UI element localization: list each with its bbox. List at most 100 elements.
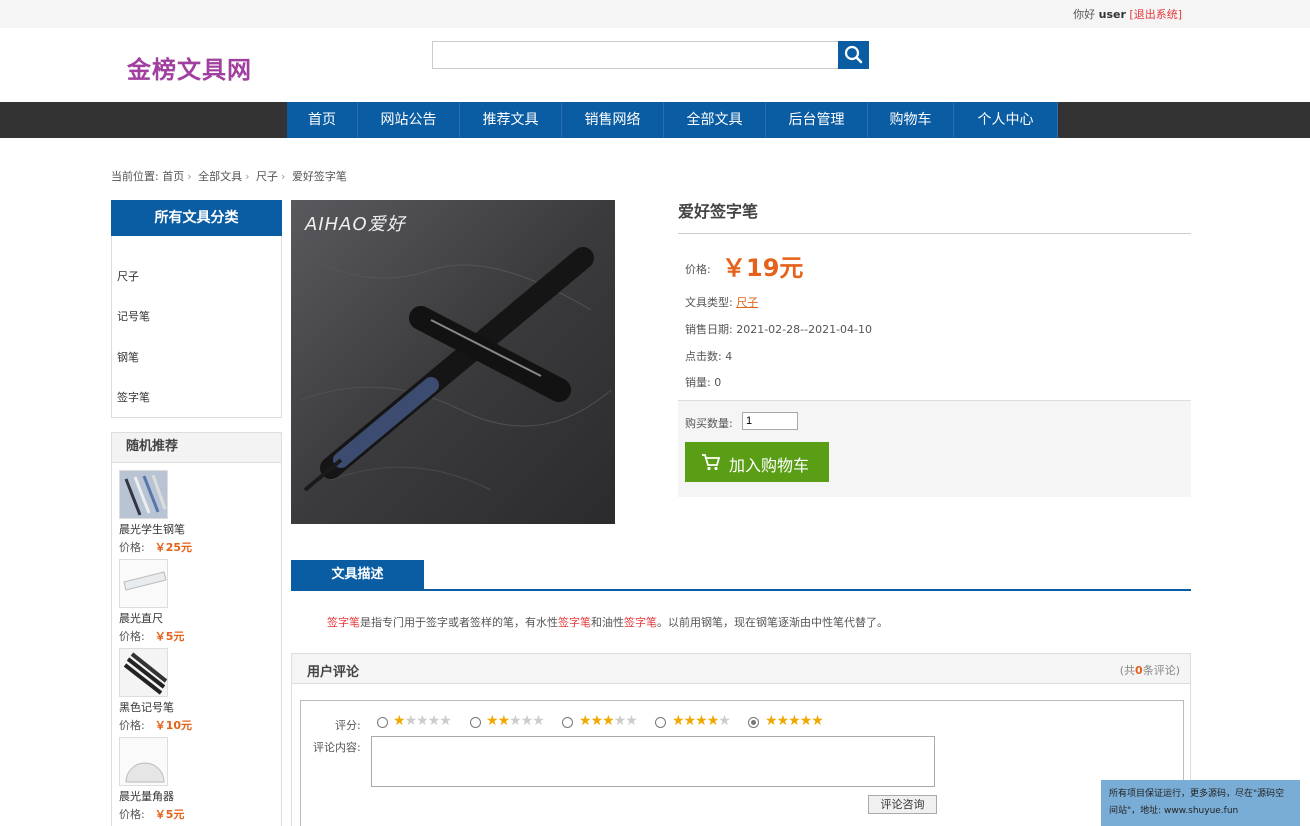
comment-count-prefix: (共 bbox=[1119, 664, 1136, 677]
type-link[interactable]: 尺子 bbox=[736, 296, 758, 309]
recommend-item[interactable]: 晨光直尺 价格: ￥5元 bbox=[119, 559, 269, 644]
submit-comment-button[interactable]: 评论咨询 bbox=[868, 795, 937, 814]
nav-all-stationery[interactable]: 全部文具 bbox=[664, 102, 766, 138]
keyword-link[interactable]: 签字笔 bbox=[327, 616, 360, 629]
purchase-box: 购买数量: 加入购物车 bbox=[678, 400, 1191, 497]
rating-stars-4-icon[interactable]: ★★★★★ bbox=[672, 713, 731, 729]
category-title: 所有文具分类 bbox=[111, 200, 282, 236]
type-row: 文具类型: 尺子 bbox=[685, 294, 758, 310]
rating-radio-4[interactable] bbox=[655, 717, 666, 728]
product-image-brand: AIHAO爱好 bbox=[305, 214, 406, 235]
nav-user-center[interactable]: 个人中心 bbox=[954, 102, 1058, 138]
clicks-row: 点击数: 4 bbox=[685, 348, 732, 364]
recommend-price-label: 价格: bbox=[119, 719, 145, 732]
product-thumbnail[interactable] bbox=[119, 470, 168, 519]
comment-count-suffix: 条评论) bbox=[1142, 664, 1180, 677]
recommend-item-price: 价格: ￥25元 bbox=[119, 539, 269, 555]
nav-sales-network[interactable]: 销售网络 bbox=[562, 102, 664, 138]
greeting-text: 你好 bbox=[1073, 8, 1096, 21]
recommend-price-value: ￥10元 bbox=[154, 719, 193, 732]
product-image: AIHAO爱好 bbox=[291, 200, 615, 524]
user-greeting: 你好 user [退出系统] bbox=[1073, 6, 1182, 22]
pen-photo bbox=[291, 200, 615, 524]
logout-link[interactable]: [退出系统] bbox=[1129, 8, 1182, 21]
comment-title: 用户评论 bbox=[307, 665, 360, 680]
breadcrumb-current: 爱好签字笔 bbox=[291, 170, 347, 183]
recommend-item-price: 价格: ￥5元 bbox=[119, 628, 269, 644]
category-item-marker[interactable]: 记号笔 bbox=[117, 308, 150, 324]
description-part: 和油性 bbox=[591, 616, 624, 629]
description-tabbar: 文具描述 bbox=[291, 560, 1191, 591]
date-label: 销售日期: bbox=[685, 323, 733, 336]
recommend-price-value: ￥5元 bbox=[154, 808, 185, 821]
product-thumbnail[interactable] bbox=[119, 648, 168, 697]
recommend-item-name[interactable]: 晨光直尺 bbox=[119, 610, 269, 626]
keyword-link[interactable]: 签字笔 bbox=[558, 616, 591, 629]
product-thumbnail[interactable] bbox=[119, 737, 168, 786]
type-label: 文具类型: bbox=[685, 296, 733, 309]
breadcrumb-prefix: 当前位置: bbox=[111, 170, 159, 183]
recommend-price-label: 价格: bbox=[119, 541, 145, 554]
keyword-link[interactable]: 签字笔 bbox=[624, 616, 657, 629]
category-item-ruler[interactable]: 尺子 bbox=[117, 268, 139, 284]
comment-count: (共0条评论) bbox=[1120, 662, 1180, 678]
rating-radio-2[interactable] bbox=[470, 717, 481, 728]
recommend-price-value: ￥25元 bbox=[154, 541, 193, 554]
category-sidebar: 所有文具分类 尺子 记号笔 钢笔 签字笔 bbox=[111, 200, 282, 418]
site-logo[interactable]: 金榜文具网 bbox=[127, 50, 252, 85]
rating-stars-1-icon[interactable]: ★★★★★ bbox=[393, 713, 452, 729]
breadcrumb-home[interactable]: 首页 bbox=[162, 170, 184, 183]
recommend-price-value: ￥5元 bbox=[154, 630, 185, 643]
rating-stars-3-icon[interactable]: ★★★★★ bbox=[579, 713, 638, 729]
rating-radio-1[interactable] bbox=[377, 717, 388, 728]
comment-textarea[interactable] bbox=[371, 736, 935, 787]
add-to-cart-button[interactable]: 加入购物车 bbox=[685, 442, 829, 482]
rating-radio-5[interactable] bbox=[748, 717, 759, 728]
recommend-item[interactable]: 晨光学生钢笔 价格: ￥25元 bbox=[119, 470, 269, 555]
sales-label: 销量: bbox=[685, 376, 711, 389]
top-bar: 你好 user [退出系统] bbox=[0, 0, 1310, 28]
product-thumbnail[interactable] bbox=[119, 559, 168, 608]
category-item-signing-pen[interactable]: 签字笔 bbox=[117, 389, 150, 405]
recommend-sidebar: 随机推荐 晨光学生钢笔 价格: ￥25元 晨光直尺 价格: ￥5元 黑色记号笔 … bbox=[111, 432, 282, 826]
date-value: 2021-02-28--2021-04-10 bbox=[736, 323, 873, 336]
recommend-item-name[interactable]: 晨光学生钢笔 bbox=[119, 521, 269, 537]
breadcrumb-all[interactable]: 全部文具 bbox=[198, 170, 242, 183]
breadcrumb: 当前位置: 首页 › 全部文具 › 尺子 › 爱好签字笔 bbox=[111, 168, 347, 184]
recommend-item[interactable]: 黑色记号笔 价格: ￥10元 bbox=[119, 648, 269, 733]
content-label: 评论内容: bbox=[313, 741, 361, 754]
category-item-fountain-pen[interactable]: 钢笔 bbox=[117, 349, 139, 365]
comment-section: 用户评论 (共0条评论) 评分: ★★★★★ ★★★★★ ★★★★★ ★★★★★ ★★★… bbox=[291, 653, 1191, 826]
rating-stars-5-icon[interactable]: ★★★★★ bbox=[765, 713, 824, 729]
search-icon bbox=[844, 45, 863, 64]
main-nav: 首页 网站公告 推荐文具 销售网络 全部文具 后台管理 购物车 个人中心 bbox=[0, 102, 1310, 138]
score-label: 评分: bbox=[335, 719, 361, 732]
recommend-item[interactable]: 晨光量角器 价格: ￥5元 bbox=[119, 737, 269, 822]
rating-stars-2-icon[interactable]: ★★★★★ bbox=[486, 713, 545, 729]
breadcrumb-category[interactable]: 尺子 bbox=[256, 170, 278, 183]
comment-form: 评分: ★★★★★ ★★★★★ ★★★★★ ★★★★★ ★★★★★ 评论内容: 评论咨询 bbox=[300, 700, 1184, 826]
recommend-item-price: 价格: ￥10元 bbox=[119, 717, 269, 733]
cart-icon bbox=[702, 454, 721, 471]
search-input[interactable] bbox=[432, 41, 839, 69]
sales-value: 0 bbox=[714, 376, 722, 389]
nav-home[interactable]: 首页 bbox=[287, 102, 358, 138]
breadcrumb-separator: › bbox=[281, 170, 286, 183]
search-button[interactable] bbox=[838, 41, 869, 69]
recommend-item-name[interactable]: 晨光量角器 bbox=[119, 788, 269, 804]
tab-description[interactable]: 文具描述 bbox=[291, 560, 424, 589]
breadcrumb-separator: › bbox=[187, 170, 192, 183]
recommend-title: 随机推荐 bbox=[112, 433, 281, 463]
description-part: 。以前用钢笔，现在钢笔逐渐由中性笔代替了。 bbox=[657, 616, 888, 629]
promo-banner: 所有项目保证运行，更多源码，尽在"源码空间站"，地址: www.shuyue.f… bbox=[1101, 780, 1300, 826]
sales-row: 销量: 0 bbox=[685, 374, 721, 390]
quantity-input[interactable] bbox=[742, 412, 798, 430]
nav-recommended[interactable]: 推荐文具 bbox=[460, 102, 562, 138]
rating-radio-3[interactable] bbox=[562, 717, 573, 728]
clicks-value: 4 bbox=[725, 350, 733, 363]
nav-announcements[interactable]: 网站公告 bbox=[358, 102, 460, 138]
product-title: 爱好签字笔 bbox=[678, 200, 1191, 234]
nav-admin[interactable]: 后台管理 bbox=[766, 102, 868, 138]
recommend-item-name[interactable]: 黑色记号笔 bbox=[119, 699, 269, 715]
nav-cart[interactable]: 购物车 bbox=[868, 102, 954, 138]
